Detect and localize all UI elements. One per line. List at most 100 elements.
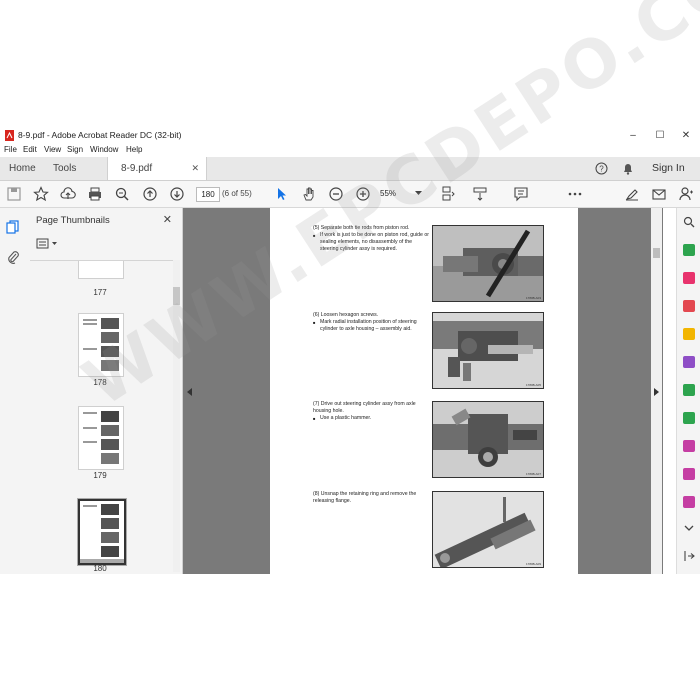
- tab-document[interactable]: 8-9.pdf ✕: [107, 157, 207, 180]
- help-icon[interactable]: ?: [595, 162, 608, 175]
- step-7-text: (7) Drive out steering cylinder assy fro…: [313, 401, 431, 422]
- menu-edit[interactable]: Edit: [23, 145, 37, 154]
- menu-file[interactable]: File: [4, 145, 17, 154]
- tab-bar: Home Tools 8-9.pdf ✕ ? Sign In: [0, 157, 700, 181]
- step-6-text: (6) Loosen hexagon screws. Mark radial i…: [313, 312, 431, 333]
- notification-bell-icon[interactable]: [622, 162, 634, 175]
- zoom-search-icon[interactable]: [114, 186, 130, 202]
- page-thumbnails-panel: Page Thumbnails ✕ 177 178 179 180: [26, 208, 183, 574]
- share-user-icon[interactable]: [678, 186, 694, 202]
- thumbnail-page-179[interactable]: [78, 406, 124, 470]
- sign-pen-icon[interactable]: [624, 186, 640, 202]
- select-cursor-icon[interactable]: [274, 186, 290, 202]
- step-8-photo: 1780B-A09: [432, 491, 544, 568]
- close-window-button[interactable]: ✕: [675, 128, 697, 143]
- organize-pages-icon[interactable]: [683, 384, 695, 396]
- page-number-input[interactable]: 180: [196, 187, 220, 202]
- expand-right-panel-icon[interactable]: [654, 388, 660, 396]
- scroll-mode-icon[interactable]: [472, 186, 488, 202]
- step-heading: (5) Separate both tie rods from piston r…: [313, 225, 410, 231]
- step-6-photo: 1780B-A05: [432, 312, 544, 389]
- maximize-button[interactable]: ☐: [649, 128, 671, 143]
- email-icon[interactable]: [651, 186, 667, 202]
- hand-tool-icon[interactable]: [301, 186, 317, 202]
- cloud-upload-icon[interactable]: [60, 186, 76, 202]
- print-icon[interactable]: [87, 186, 103, 202]
- more-tools-chevron-down-icon[interactable]: [683, 522, 695, 534]
- compress-pdf-icon[interactable]: [683, 412, 695, 424]
- next-page-icon[interactable]: [169, 186, 185, 202]
- thumbnail-list: 177 178 179 180: [30, 260, 175, 573]
- zoom-in-icon[interactable]: [355, 186, 371, 202]
- step-heading: (8) Unsnap the retaining ring and remove…: [313, 491, 417, 504]
- right-tools-rail: [676, 208, 700, 574]
- thumbnail-label: 177: [93, 288, 107, 297]
- thumbnail-page-177[interactable]: [78, 261, 124, 279]
- tab-tools[interactable]: Tools: [53, 157, 76, 180]
- create-pdf-icon[interactable]: [683, 272, 695, 284]
- menu-window[interactable]: Window: [90, 145, 118, 154]
- pdf-page: (5) Separate both tie rods from piston r…: [270, 208, 578, 574]
- zoom-dropdown-chevron-icon[interactable]: [415, 191, 422, 196]
- fill-sign-icon[interactable]: [683, 440, 695, 452]
- attachment-paperclip-icon[interactable]: [6, 250, 20, 264]
- save-icon[interactable]: [6, 186, 22, 202]
- thumbnail-page-180-selected[interactable]: [78, 499, 126, 565]
- thumbnail-label: 179: [93, 471, 107, 480]
- thumbnail-scrollbar-thumb[interactable]: [173, 287, 180, 305]
- tab-document-label: 8-9.pdf: [121, 163, 153, 174]
- comment-icon[interactable]: [513, 186, 529, 202]
- thumbnail-scrollbar[interactable]: [173, 260, 180, 572]
- tab-close-icon[interactable]: ✕: [191, 157, 199, 180]
- step-8-text: (8) Unsnap the retaining ring and remove…: [313, 491, 431, 505]
- menu-sign[interactable]: Sign: [67, 145, 83, 154]
- photo-caption: 1780B-A05: [525, 383, 541, 387]
- menu-bar: File Edit View Sign Window Help: [0, 144, 700, 157]
- page-count: (6 of 55): [222, 189, 252, 198]
- collapse-left-panel-icon[interactable]: [187, 388, 193, 396]
- photo-caption: 1780B-A03: [525, 296, 541, 300]
- thumbnail-options-menu-icon[interactable]: [36, 237, 62, 251]
- acrobat-window: 8-9.pdf - Adobe Acrobat Reader DC (32-bi…: [0, 0, 700, 574]
- protect-pdf-icon[interactable]: [683, 496, 695, 508]
- left-navigation-rail: [0, 208, 27, 574]
- edit-pdf-icon[interactable]: [683, 300, 695, 312]
- step-5-text: (5) Separate both tie rods from piston r…: [313, 225, 431, 253]
- search-tool-icon[interactable]: [683, 216, 695, 228]
- page-thumbnails-icon[interactable]: [6, 220, 20, 234]
- photo-caption: 1780B-A07: [525, 472, 541, 476]
- step-bullet: Use a plastic hammer.: [313, 415, 431, 422]
- minimize-button[interactable]: –: [622, 128, 644, 143]
- menu-view[interactable]: View: [44, 145, 61, 154]
- bookmark-star-icon[interactable]: [33, 186, 49, 202]
- export-pdf-icon[interactable]: [683, 244, 695, 256]
- more-options-icon[interactable]: [567, 186, 583, 202]
- svg-text:?: ?: [599, 165, 604, 174]
- document-scrollbar-thumb[interactable]: [653, 248, 660, 258]
- step-7-photo: 1780B-A07: [432, 401, 544, 478]
- page-display-icon[interactable]: [440, 186, 456, 202]
- step-heading: (6) Loosen hexagon screws.: [313, 312, 379, 318]
- sign-in-link[interactable]: Sign In: [652, 157, 685, 180]
- main-toolbar: 180 (6 of 55) 55%: [0, 181, 700, 208]
- thumbnail-page-178[interactable]: [78, 313, 124, 377]
- combine-files-icon[interactable]: [683, 356, 695, 368]
- step-heading: (7) Drive out steering cylinder assy fro…: [313, 401, 416, 414]
- menu-help[interactable]: Help: [126, 145, 142, 154]
- collapse-tools-pane-icon[interactable]: [683, 550, 695, 562]
- window-title: 8-9.pdf - Adobe Acrobat Reader DC (32-bi…: [18, 130, 182, 140]
- acrobat-icon: [5, 130, 14, 141]
- document-viewport[interactable]: (5) Separate both tie rods from piston r…: [183, 208, 663, 574]
- panel-close-icon[interactable]: ✕: [163, 213, 172, 226]
- photo-caption: 1780B-A09: [525, 562, 541, 566]
- step-bullet: If work is just to be done on piston rod…: [313, 232, 431, 253]
- step-bullet: Mark radial installation position of ste…: [313, 319, 431, 333]
- tab-home[interactable]: Home: [9, 157, 36, 180]
- previous-page-icon[interactable]: [142, 186, 158, 202]
- step-5-photo: 1780B-A03: [432, 225, 544, 302]
- title-bar: 8-9.pdf - Adobe Acrobat Reader DC (32-bi…: [0, 127, 700, 144]
- zoom-level-select[interactable]: 55%: [380, 189, 396, 198]
- zoom-out-icon[interactable]: [328, 186, 344, 202]
- send-for-signature-icon[interactable]: [683, 468, 695, 480]
- comment-tool-icon[interactable]: [683, 328, 695, 340]
